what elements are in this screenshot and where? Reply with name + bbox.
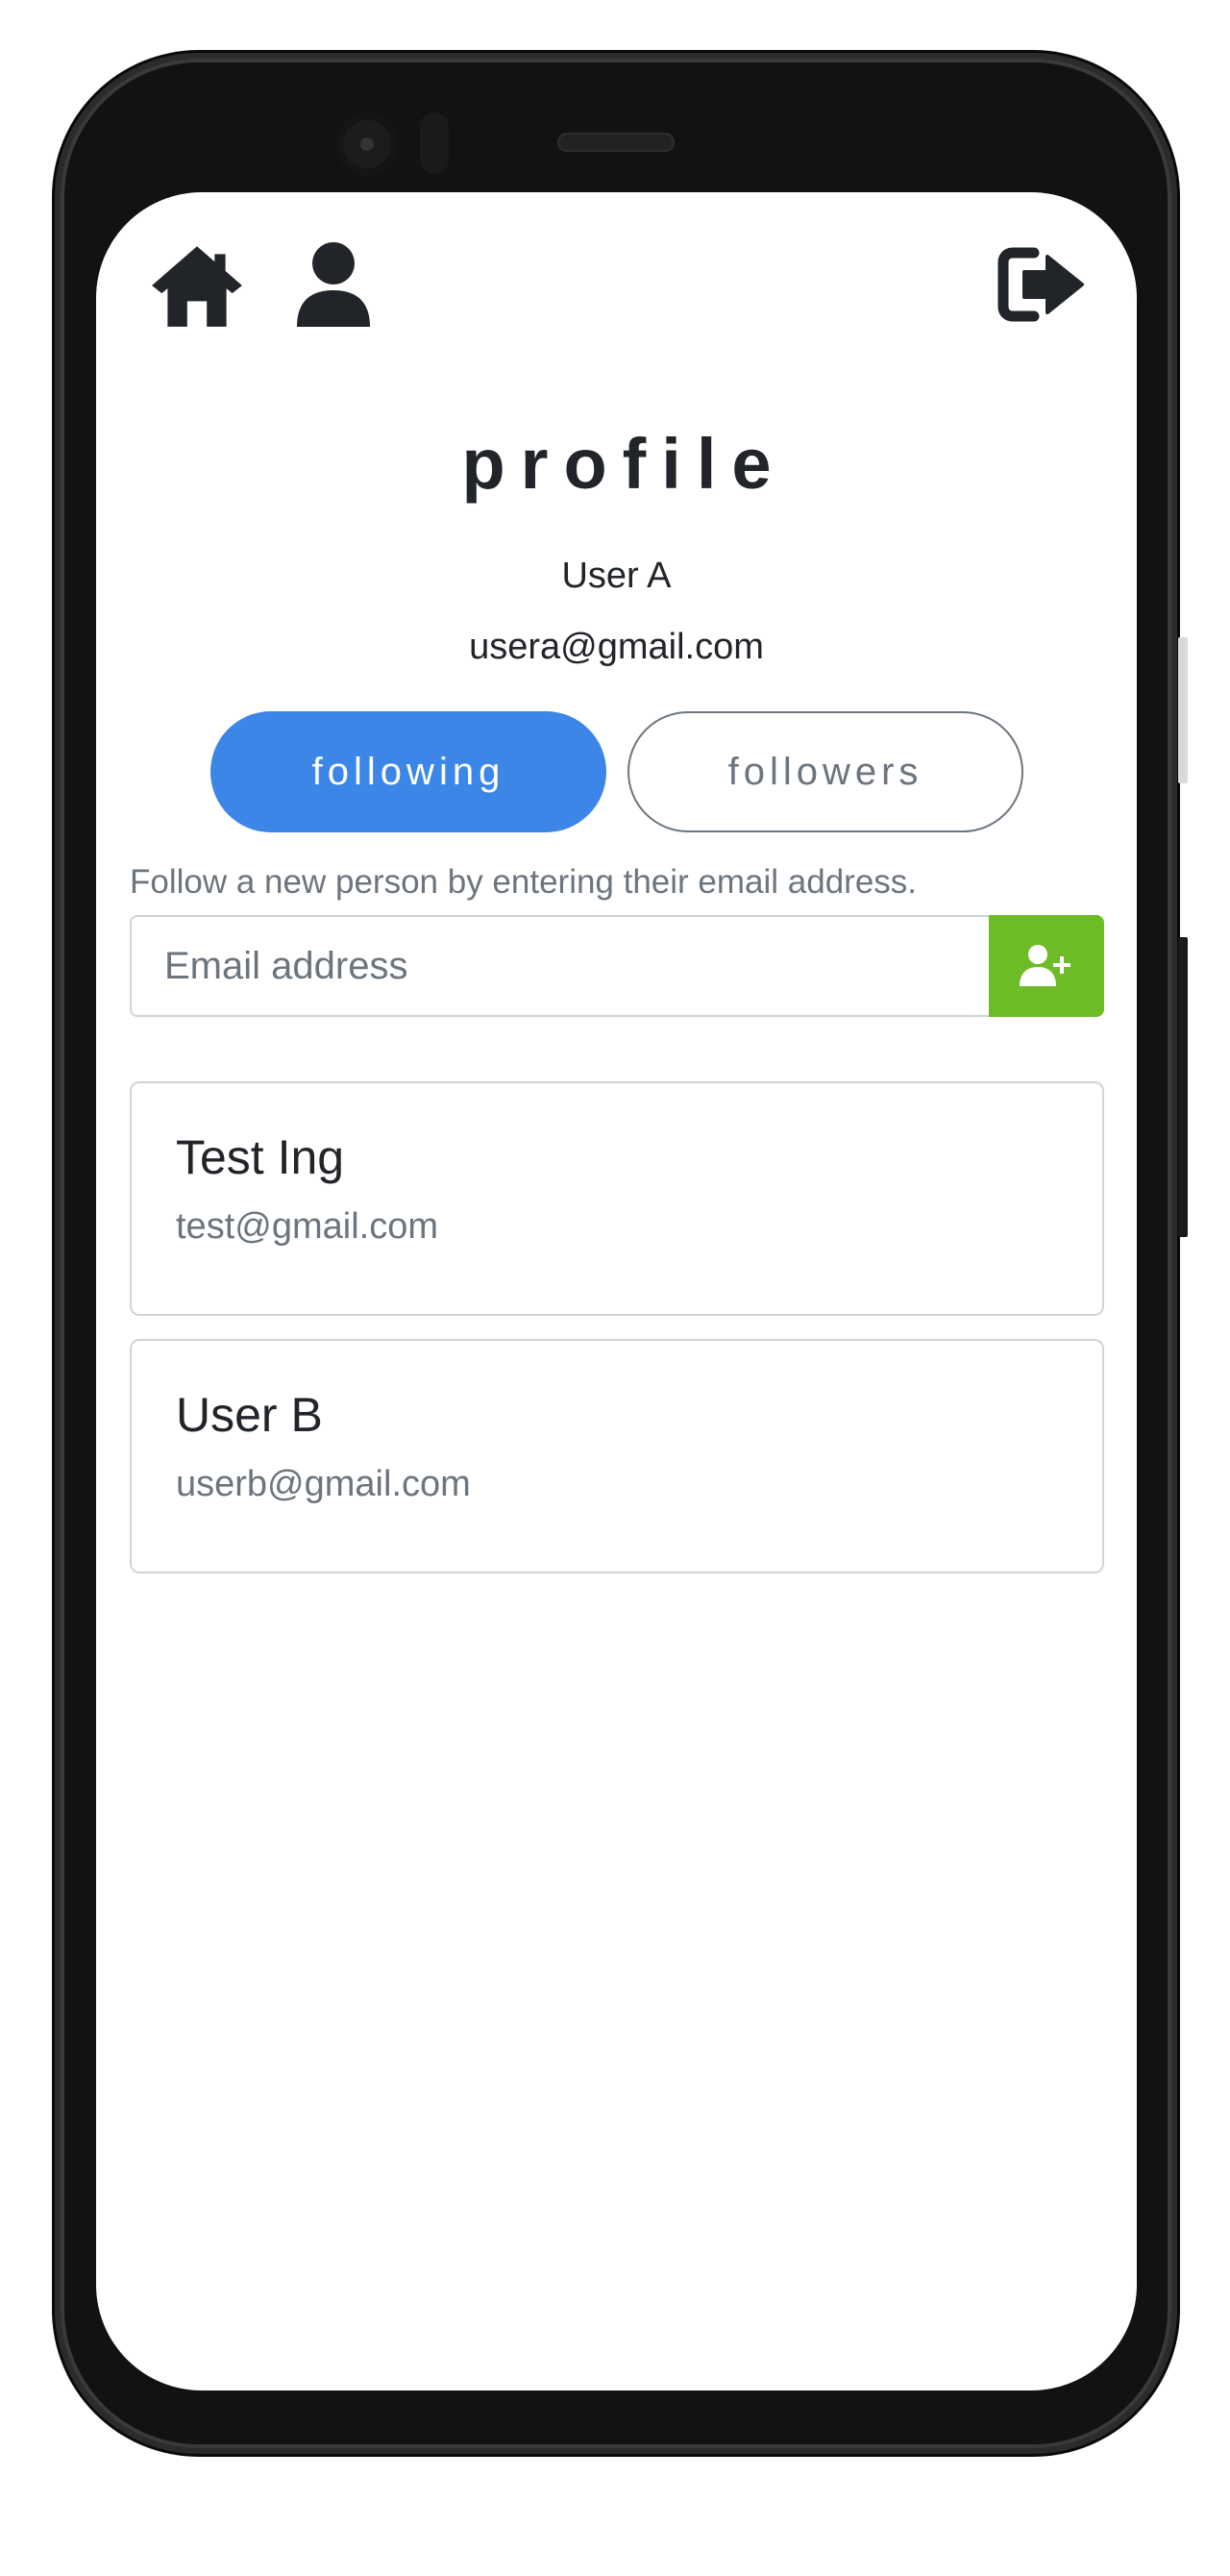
volume-button [1178,937,1188,1237]
user-name: User A [561,556,672,596]
add-user-button[interactable] [989,915,1104,1017]
person-name: User B [176,1388,323,1442]
tab-followers[interactable]: followers [627,711,1023,832]
person-email: userb@gmail.com [176,1464,471,1504]
user-email: usera@gmail.com [469,627,764,667]
user-icon[interactable] [295,240,372,329]
power-button [1178,637,1188,783]
page-title: profile [461,424,787,504]
person-email: test@gmail.com [176,1206,438,1247]
following-card[interactable]: User B userb@gmail.com [130,1339,1104,1573]
user-plus-icon [1020,945,1070,986]
home-icon[interactable] [148,240,246,329]
person-name: Test Ing [176,1130,345,1184]
email-input[interactable] [130,915,989,1017]
sign-out-icon[interactable] [997,245,1088,324]
follow-help-text: Follow a new person by entering their em… [130,863,918,901]
proximity-sensor [420,112,449,174]
following-card[interactable]: Test Ing test@gmail.com [130,1081,1104,1316]
front-camera [335,112,399,176]
app-screen: profile User A usera@gmail.com following… [96,192,1137,2390]
earpiece-speaker [557,133,675,152]
tab-following[interactable]: following [210,711,606,832]
